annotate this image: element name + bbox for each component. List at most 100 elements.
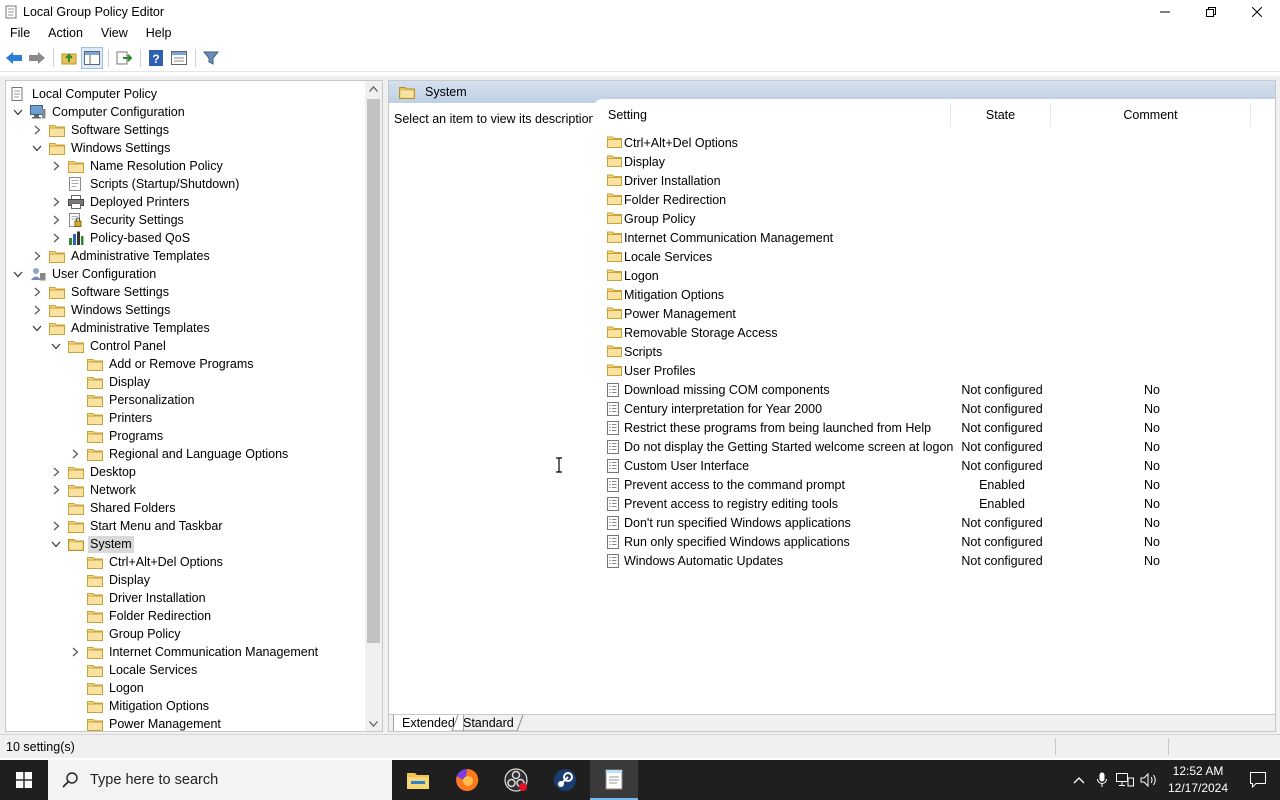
tree-item[interactable]: User Configuration [12,265,158,283]
tree-expander[interactable] [31,250,43,262]
tree-item[interactable]: Add or Remove Programs [69,355,256,373]
tree-item[interactable]: Logon [69,679,146,697]
taskbar-file-explorer[interactable] [394,760,442,800]
column-header-comment[interactable]: Comment [1051,103,1251,127]
properties-button[interactable] [168,47,190,69]
tree-expander[interactable] [12,268,24,280]
tree-item[interactable]: Printers [69,409,154,427]
filter-button[interactable] [200,47,222,69]
tree-item[interactable]: Administrative Templates [31,319,212,337]
tree-expander[interactable] [50,232,62,244]
scroll-up-arrow-icon[interactable] [369,86,378,92]
tree-expander[interactable] [31,304,43,316]
list-folder-row[interactable]: Folder Redirection [593,190,1275,209]
list-setting-row[interactable]: Century interpretation for Year 2000 Not … [593,399,1275,418]
tree-expander[interactable] [12,106,24,118]
tree-item[interactable]: Desktop [50,463,138,481]
column-header-setting[interactable]: Setting [593,103,951,127]
taskbar-obs[interactable] [492,760,540,800]
list-folder-row[interactable]: Internet Communication Management [593,228,1275,247]
list-folder-row[interactable]: Display [593,152,1275,171]
list-setting-row[interactable]: Custom User Interface Not configured No [593,456,1275,475]
tree-item[interactable]: Mitigation Options [69,697,211,715]
tree-item[interactable]: Driver Installation [69,589,208,607]
minimize-button[interactable] [1142,0,1188,23]
tree-item[interactable]: Name Resolution Policy [50,157,225,175]
taskbar-firefox[interactable] [443,760,491,800]
list-folder-row[interactable]: Power Management [593,304,1275,323]
list-folder-row[interactable]: Locale Services [593,247,1275,266]
tree-expander[interactable] [69,448,81,460]
tree-item[interactable]: Ctrl+Alt+Del Options [69,553,225,571]
console-tree[interactable]: Local Computer Policy Computer Configurat… [5,80,383,732]
list-setting-row[interactable]: Restrict these programs from being launc… [593,418,1275,437]
tree-item[interactable]: Software Settings [31,121,171,139]
list-setting-row[interactable]: Run only specified Windows applications N… [593,532,1275,551]
taskbar-clock[interactable]: 12:52 AM 12/17/2024 [1160,763,1236,797]
list-folder-row[interactable]: Removable Storage Access [593,323,1275,342]
tree-item[interactable]: Scripts (Startup/Shutdown) [50,175,241,193]
tree-item[interactable]: Deployed Printers [50,193,191,211]
tree-expander[interactable] [69,646,81,658]
start-button[interactable] [0,760,48,800]
tree-item[interactable]: Local Computer Policy [10,85,159,103]
tree-item[interactable]: Regional and Language Options [69,445,290,463]
list-folder-row[interactable]: Driver Installation [593,171,1275,190]
close-button[interactable] [1234,0,1280,23]
menu-view[interactable]: View [92,23,137,44]
tray-show-hidden-button[interactable] [1068,760,1090,800]
list-folder-row[interactable]: Logon [593,266,1275,285]
list-folder-row[interactable]: Mitigation Options [593,285,1275,304]
tree-item[interactable]: Policy-based QoS [50,229,192,247]
tree-expander[interactable] [50,538,62,550]
notification-center-button[interactable] [1236,760,1280,800]
tree-item[interactable]: Programs [69,427,165,445]
list-setting-row[interactable]: Prevent access to registry editing tools… [593,494,1275,513]
tree-item[interactable]: Shared Folders [50,499,177,517]
tree-item[interactable]: Windows Settings [31,139,172,157]
menu-help[interactable]: Help [137,23,181,44]
list-folder-row[interactable]: Group Policy [593,209,1275,228]
taskbar-group-policy-editor[interactable] [590,760,638,800]
help-button[interactable]: ? [145,47,167,69]
tree-item[interactable]: Network [50,481,138,499]
forward-button[interactable] [26,47,48,69]
tree-item[interactable]: System [50,535,134,553]
list-setting-row[interactable]: Prevent access to the command prompt Enab… [593,475,1275,494]
tree-expander[interactable] [50,340,62,352]
show-hide-tree-button[interactable] [81,47,103,69]
taskbar-steam[interactable] [541,760,589,800]
tree-item[interactable]: Display [69,373,152,391]
tree-item[interactable]: Folder Redirection [69,607,213,625]
tree-scrollbar[interactable] [365,81,382,731]
tree-item[interactable]: Start Menu and Taskbar [50,517,224,535]
column-header-state[interactable]: State [951,103,1051,127]
tree-item[interactable]: Display [69,571,152,589]
tray-microphone[interactable] [1092,760,1112,800]
list-setting-row[interactable]: Download missing COM components Not confi… [593,380,1275,399]
tree-item[interactable]: Power Management [69,715,223,731]
tree-expander[interactable] [31,322,43,334]
list-folder-row[interactable]: User Profiles [593,361,1275,380]
tree-item[interactable]: Administrative Templates [31,247,212,265]
tree-expander[interactable] [31,142,43,154]
export-list-button[interactable] [113,47,135,69]
tree-item[interactable]: Group Policy [69,625,183,643]
tree-item[interactable]: Control Panel [50,337,168,355]
tree-item[interactable]: Internet Communication Management [69,643,320,661]
tree-expander[interactable] [50,520,62,532]
scroll-down-arrow-icon[interactable] [369,721,378,727]
tree-item[interactable]: Windows Settings [31,301,172,319]
restore-button[interactable] [1188,0,1234,23]
tree-item[interactable]: Personalization [69,391,196,409]
list-setting-row[interactable]: Windows Automatic Updates Not configured N… [593,551,1275,570]
tree-scrollbar-thumb[interactable] [367,99,380,643]
list-folder-row[interactable]: Scripts [593,342,1275,361]
tree-item[interactable]: Software Settings [31,283,171,301]
tree-expander[interactable] [50,160,62,172]
list-setting-row[interactable]: Don't run specified Windows applications… [593,513,1275,532]
tray-volume[interactable] [1138,760,1160,800]
list-setting-row[interactable]: Do not display the Getting Started welco… [593,437,1275,456]
list-folder-row[interactable]: Ctrl+Alt+Del Options [593,133,1275,152]
tree-expander[interactable] [50,196,62,208]
